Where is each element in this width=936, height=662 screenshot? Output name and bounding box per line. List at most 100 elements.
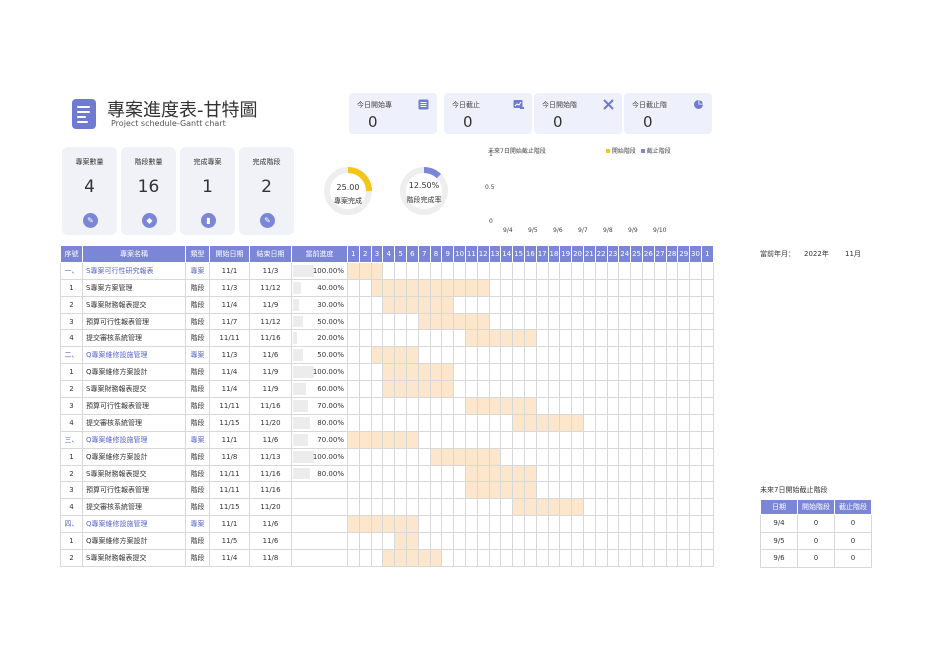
- header-day: 2: [358, 245, 372, 263]
- gantt-day-cell: [370, 430, 384, 449]
- gantt-day-cell: [630, 261, 643, 280]
- next7-cell: 9/5: [760, 531, 798, 550]
- cell-end: 11/3: [249, 261, 292, 280]
- gantt-day-cell: [441, 430, 455, 449]
- next7-title: 未來7日開始截止階段: [760, 486, 828, 494]
- gantt-day-cell: [382, 363, 396, 382]
- cell-index: 一、: [60, 261, 83, 280]
- header-day: 16: [523, 245, 537, 263]
- gantt-day-cell: [394, 515, 407, 534]
- gantt-day-cell: [488, 447, 502, 466]
- gantt-day-cell: [394, 413, 407, 432]
- gantt-day-cell: [665, 532, 679, 551]
- tools-icon: [603, 99, 614, 110]
- gantt-day-cell: [618, 447, 632, 466]
- gantt-day-cell: [689, 498, 702, 517]
- gantt-day-cell: [358, 430, 372, 449]
- gantt-day-cell: [559, 312, 573, 331]
- gantt-day-cell: [559, 397, 573, 415]
- gantt-day-cell: [347, 481, 360, 500]
- gantt-day-cell: [429, 278, 443, 297]
- gantt-day-cell: [453, 363, 466, 382]
- table-row[interactable]: 1 Q專案維修方案設計 階段 11/8 11/13 100.00%: [60, 447, 714, 466]
- gantt-day-cell: [677, 363, 691, 382]
- gantt-day-cell: [476, 329, 490, 348]
- legend-label-end: 截止階段: [646, 148, 671, 155]
- gantt-day-cell: [700, 464, 714, 483]
- header-day: 24: [618, 245, 632, 263]
- next7-cell: 9/6: [760, 549, 798, 568]
- gantt-day-cell: [547, 261, 561, 280]
- cell-index: 四、: [60, 515, 83, 534]
- gantt-day-cell: [476, 447, 490, 466]
- gantt-day-cell: [405, 380, 419, 399]
- gantt-day-cell: [405, 532, 419, 551]
- gantt-day-cell: [677, 261, 691, 280]
- gantt-day-cell: [453, 278, 466, 297]
- gantt-day-cell: [606, 549, 620, 567]
- header-day: 11: [464, 245, 478, 263]
- table-row[interactable]: 1 S專案方案管理 階段 11/3 11/12 40.00%: [60, 278, 714, 297]
- gantt-day-cell: [594, 549, 608, 567]
- table-row[interactable]: 四、 Q專案維修設施管理 專案 11/1 11/6: [60, 515, 714, 534]
- gantt-day-cell: [665, 481, 679, 500]
- table-row[interactable]: 3 預算可行性報表管理 階段 11/11 11/16: [60, 481, 714, 500]
- header-day: 17: [535, 245, 549, 263]
- gantt-day-cell: [370, 397, 384, 415]
- gantt-day-cell: [618, 413, 632, 432]
- gantt-day-cell: [500, 498, 514, 517]
- gantt-day-cell: [700, 346, 714, 365]
- stat-done-projects: 完成專案 1 ▮: [180, 147, 235, 235]
- gantt-day-cell: [382, 481, 396, 500]
- gantt-day-cell: [358, 413, 372, 432]
- header-day: 29: [677, 245, 691, 263]
- legend-swatch-end: [640, 149, 645, 153]
- table-row[interactable]: 一、 S專案可行性研究報表 專案 11/1 11/3 100.00%: [60, 261, 714, 280]
- table-row[interactable]: 3 預算可行性報表管理 階段 11/7 11/12 50.00%: [60, 312, 714, 331]
- gantt-day-cell: [630, 380, 643, 399]
- table-row[interactable]: 1 Q專案維修方案設計 階段 11/4 11/9 100.00%: [60, 363, 714, 382]
- gantt-day-cell: [618, 312, 632, 331]
- gantt-day-cell: [547, 464, 561, 483]
- card-label: 今日截止: [452, 101, 480, 109]
- gantt-day-cell: [476, 549, 490, 567]
- current-year: 2022年: [804, 250, 829, 258]
- gantt-day-cell: [488, 430, 502, 449]
- gantt-day-cell: [347, 430, 360, 449]
- gantt-day-cell: [618, 532, 632, 551]
- table-row[interactable]: 1 Q專案維修方案設計 階段 11/5 11/6: [60, 532, 714, 551]
- gantt-day-cell: [476, 515, 490, 534]
- gantt-day-cell: [700, 295, 714, 314]
- table-row[interactable]: 2 S專案財務報表提交 階段 11/4 11/9 30.00%: [60, 295, 714, 314]
- gantt-day-cell: [358, 295, 372, 314]
- gantt-day-cell: [665, 413, 679, 432]
- gantt-day-cell: [394, 312, 407, 331]
- gantt-day-cell: [512, 447, 525, 466]
- cell-index: 2: [60, 295, 83, 314]
- gantt-day-cell: [582, 447, 596, 466]
- gantt-day-cell: [606, 312, 620, 331]
- gantt-day-cell: [547, 329, 561, 348]
- gantt-day-cell: [523, 481, 537, 500]
- gantt-day-cell: [641, 464, 655, 483]
- gantt-day-cell: [594, 363, 608, 382]
- cell-start: 11/3: [209, 278, 250, 297]
- table-row[interactable]: 2 S專案財務報表提交 階段 11/4 11/9 60.00%: [60, 380, 714, 399]
- table-row[interactable]: 4 提交審核系統管理 階段 11/15 11/20 80.00%: [60, 413, 714, 432]
- gantt-day-cell: [535, 413, 549, 432]
- progress-text: 20.00%: [317, 334, 344, 343]
- x-tick-label: 9/10: [653, 227, 667, 234]
- gantt-day-cell: [594, 346, 608, 365]
- gantt-day-cell: [594, 413, 608, 432]
- table-row[interactable]: 2 S專案財務報表提交 階段 11/4 11/8: [60, 549, 714, 567]
- gantt-day-cell: [606, 261, 620, 280]
- table-row[interactable]: 3 預算可行性報表管理 階段 11/11 11/16 70.00%: [60, 397, 714, 415]
- table-row[interactable]: 三、 Q專案維修設施管理 專案 11/1 11/6 70.00%: [60, 430, 714, 449]
- gantt-day-cell: [488, 464, 502, 483]
- gantt-day-cell: [630, 295, 643, 314]
- gantt-day-cell: [347, 397, 360, 415]
- table-row[interactable]: 4 提交審核系統管理 階段 11/15 11/20: [60, 498, 714, 517]
- table-row[interactable]: 二、 Q專案維修設施管理 專案 11/3 11/6 50.00%: [60, 346, 714, 365]
- table-row[interactable]: 2 S專案財務報表提交 階段 11/11 11/16 80.00%: [60, 464, 714, 483]
- table-row[interactable]: 4 提交審核系統管理 階段 11/11 11/16 20.00%: [60, 329, 714, 348]
